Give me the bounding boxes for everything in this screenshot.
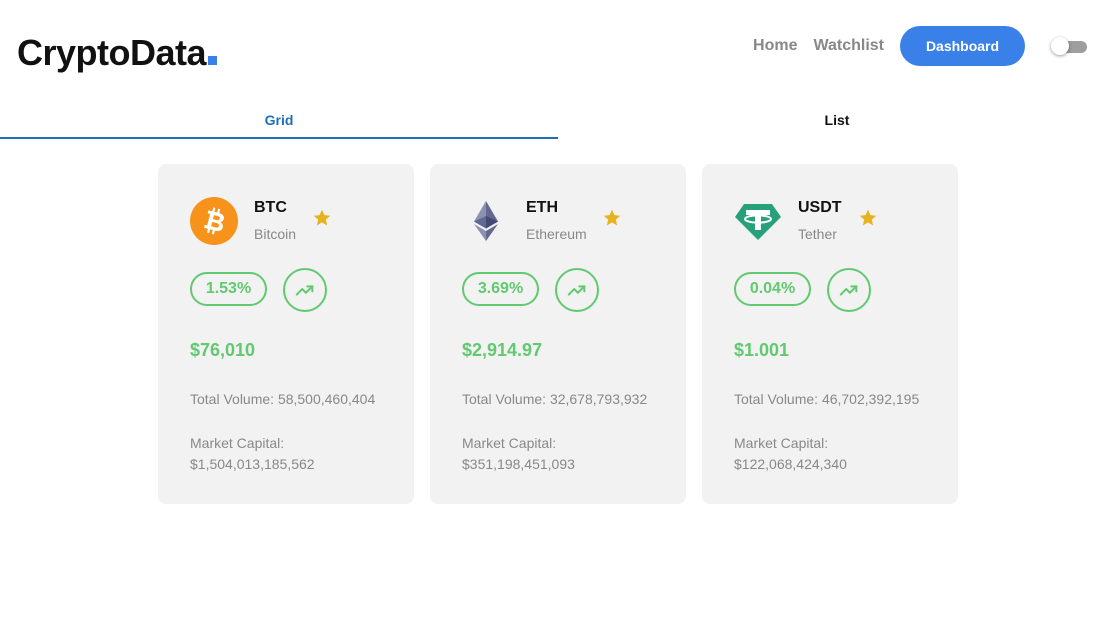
trend-up-icon [555,268,599,312]
coin-symbol: USDT [798,199,842,216]
market-cap-value: $122,068,424,340 [734,456,847,472]
nav-watchlist-link[interactable]: Watchlist [813,37,884,55]
logo-dot [208,56,218,65]
coin-name: Bitcoin [254,226,297,242]
header: CryptoData Home Watchlist Dashboard [0,0,1115,92]
trend-up-icon [827,268,871,312]
price-change-badge: 0.04% [734,272,811,306]
theme-toggle[interactable] [1051,36,1087,56]
coin-symbol: BTC [254,199,287,216]
market-cap-value: $1,504,013,185,562 [190,456,315,472]
star-icon[interactable] [602,208,622,228]
total-volume: Total Volume: 32,678,793,932 [462,391,648,407]
toggle-thumb [1051,37,1069,55]
logo-text: CryptoData [17,32,207,73]
coin-card-btc[interactable]: BTC Bitcoin 1.53% $76,010 Total Volume: … [158,164,414,504]
coin-price: $76,010 [190,340,256,360]
coin-name: Tether [798,226,837,242]
coin-grid: BTC Bitcoin 1.53% $76,010 Total Volume: … [158,164,958,504]
nav-home-link[interactable]: Home [753,37,797,55]
market-cap-label: Market Capital: [190,435,285,451]
tab-list[interactable]: List [558,100,1115,140]
total-volume: Total Volume: 58,500,460,404 [190,391,376,407]
market-cap-label: Market Capital: [734,435,829,451]
coin-price: $1.001 [734,340,790,360]
coin-name: Ethereum [526,226,587,242]
market-cap-value: $351,198,451,093 [462,456,575,472]
ethereum-icon [474,201,498,241]
coin-card-usdt[interactable]: USDT Tether 0.04% $1.001 Total Volume: 4… [702,164,958,504]
coin-price: $2,914.97 [462,340,543,360]
top-nav: Home Watchlist Dashboard [753,26,1115,66]
view-tabs: Grid List [0,100,1115,140]
coin-card-eth[interactable]: ETH Ethereum 3.69% $2,914.97 Total Volum… [430,164,686,504]
total-volume: Total Volume: 46,702,392,195 [734,391,920,407]
logo[interactable]: CryptoData [17,32,218,74]
price-change-badge: 1.53% [190,272,267,306]
tether-icon [735,204,781,240]
trend-up-icon [283,268,327,312]
star-icon[interactable] [312,208,332,228]
coin-symbol: ETH [526,199,558,216]
tab-grid[interactable]: Grid [0,100,558,140]
dashboard-button[interactable]: Dashboard [900,26,1025,66]
active-tab-indicator [0,137,558,139]
market-cap-label: Market Capital: [462,435,557,451]
star-icon[interactable] [858,208,878,228]
bitcoin-icon [190,197,238,245]
price-change-badge: 3.69% [462,272,539,306]
